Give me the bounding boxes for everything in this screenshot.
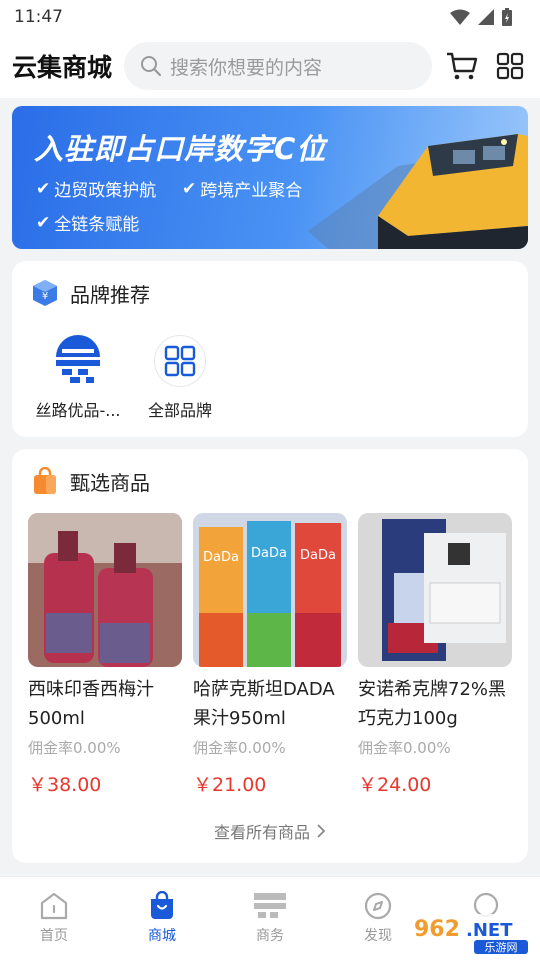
- promo-banner[interactable]: 入驻即占口岸数字C位 ✔ 边贸政策护航 ✔ 跨境产业聚合 ✔ 全链条赋能: [12, 106, 528, 249]
- brand-list: 丝路优品-... 全部品牌: [12, 325, 528, 437]
- header: 云集商城 搜索你想要的内容: [0, 34, 540, 98]
- svg-text:DaDa: DaDa: [251, 546, 287, 561]
- product-commission: 佣金率0.00%: [193, 739, 286, 757]
- view-all-label: 查看所有商品: [213, 823, 310, 842]
- all-brands-button[interactable]: 全部品牌: [134, 325, 226, 437]
- check-icon: ✔: [36, 178, 51, 199]
- compass-icon: [364, 892, 392, 920]
- product-price: ￥21.00: [193, 774, 267, 796]
- status-bar: 11:47: [0, 0, 540, 34]
- cart-button[interactable]: [444, 48, 480, 84]
- banner-item: ✔ 边贸政策护航: [36, 178, 157, 202]
- tab-label: 首页: [40, 928, 68, 944]
- check-icon: ✔: [182, 178, 197, 199]
- grid-icon: [496, 52, 524, 80]
- brand-cube-icon: ¥: [33, 280, 57, 306]
- brand-label: 全部品牌: [147, 401, 212, 420]
- tab-home[interactable]: 首页: [0, 877, 108, 960]
- banner-title: 入驻即占口岸数字C位: [34, 132, 327, 166]
- wifi-icon: [450, 9, 470, 25]
- tab-label: 商城: [148, 928, 176, 944]
- home-icon: [40, 892, 68, 920]
- search-placeholder: 搜索你想要的内容: [170, 56, 323, 79]
- product-card[interactable]: 安诺希克牌72%黑巧克力100g 佣金率0.00% ￥24.00: [358, 513, 512, 797]
- silk-road-logo-icon: [56, 335, 100, 383]
- product-price: ￥24.00: [358, 774, 432, 796]
- shopping-bag-icon: [34, 467, 56, 494]
- chevron-right-icon: [317, 824, 326, 838]
- products-section: 甄选商品 西味印香西梅汁500ml 佣金率0.00% ￥38.00 DaDa Da…: [12, 449, 528, 863]
- product-commission: 佣金率0.00%: [28, 739, 121, 757]
- product-image: [28, 513, 182, 667]
- brand-logo: [154, 335, 206, 387]
- brand-section-header: ¥ 品牌推荐: [12, 261, 528, 325]
- brand-section-title: 品牌推荐: [70, 282, 150, 307]
- status-icons: [450, 8, 512, 26]
- product-image: DaDa DaDa DaDa: [193, 513, 347, 667]
- products-section-title: 甄选商品: [70, 470, 150, 495]
- brand-label: 丝路优品-...: [35, 401, 121, 420]
- product-list: 西味印香西梅汁500ml 佣金率0.00% ￥38.00 DaDa DaDa DaD…: [12, 513, 528, 797]
- tab-mall[interactable]: 商城: [108, 877, 216, 960]
- grid-icon: [164, 345, 196, 377]
- brand-logo: [52, 335, 104, 387]
- product-price: ￥38.00: [28, 774, 102, 796]
- check-icon: ✔: [36, 212, 51, 233]
- tab-label: 发现: [364, 928, 392, 944]
- svg-text:962: 962: [414, 917, 460, 942]
- products-section-header: 甄选商品: [12, 449, 528, 513]
- status-time: 11:47: [14, 7, 63, 27]
- brand-item[interactable]: 丝路优品-...: [32, 325, 124, 437]
- business-icon: [254, 893, 286, 918]
- product-name: 西味印香西梅汁500ml: [28, 679, 154, 729]
- product-image: [358, 513, 512, 667]
- svg-text:DaDa: DaDa: [300, 548, 336, 563]
- svg-text:乐游网: 乐游网: [485, 941, 518, 954]
- cart-icon: [447, 52, 478, 80]
- apps-button[interactable]: [492, 48, 528, 84]
- search-input[interactable]: 搜索你想要的内容: [124, 42, 432, 90]
- svg-text:¥: ¥: [42, 291, 48, 302]
- tab-label: 商务: [256, 928, 284, 944]
- product-name: 安诺希克牌72%黑巧克力100g: [358, 679, 507, 729]
- view-all-products-link[interactable]: 查看所有商品: [12, 797, 528, 863]
- mall-bag-icon: [151, 891, 173, 919]
- signal-icon: [478, 9, 494, 25]
- banner-item: ✔ 跨境产业聚合: [182, 178, 303, 202]
- product-name: 哈萨克斯坦DADA果汁950ml: [193, 679, 335, 729]
- app-title: 云集商城: [12, 53, 113, 82]
- brand-section: ¥ 品牌推荐 丝路优品-... 全部品牌: [12, 261, 528, 437]
- site-watermark-logo: 962 .NET 乐游网: [404, 914, 532, 954]
- product-commission: 佣金率0.00%: [358, 739, 451, 757]
- product-card[interactable]: DaDa DaDa DaDa 哈萨克斯坦DADA果汁950ml 佣金率0.00% ￥…: [193, 513, 347, 797]
- tab-business[interactable]: 商务: [216, 877, 324, 960]
- product-card[interactable]: 西味印香西梅汁500ml 佣金率0.00% ￥38.00: [28, 513, 182, 797]
- svg-text:.NET: .NET: [466, 920, 513, 941]
- banner-item: ✔ 全链条赋能: [36, 212, 140, 236]
- svg-text:DaDa: DaDa: [203, 550, 239, 565]
- search-icon: [141, 56, 162, 77]
- battery-icon: [502, 8, 512, 26]
